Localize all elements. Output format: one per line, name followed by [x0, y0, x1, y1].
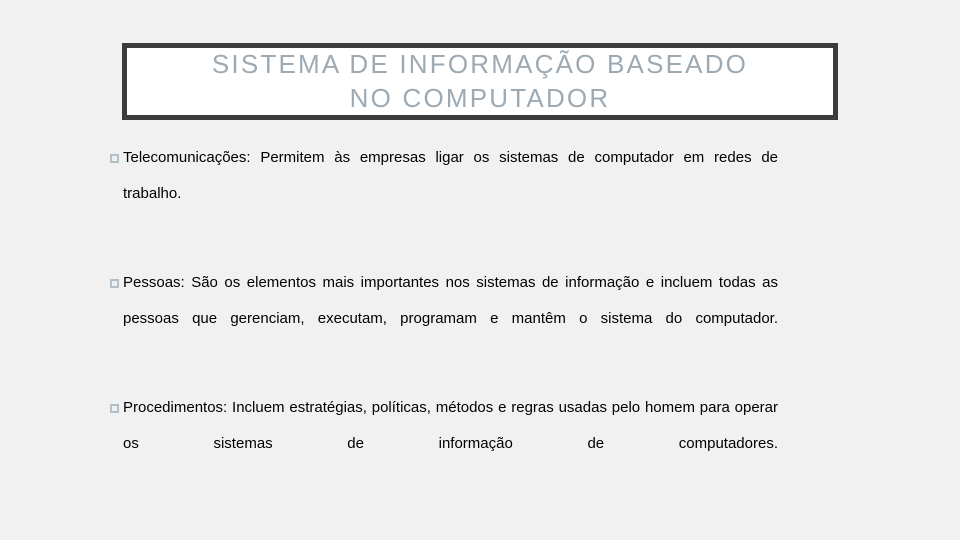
hollow-square-bullet-icon: [110, 390, 123, 426]
list-item: Pessoas: São os elementos mais important…: [110, 265, 778, 373]
bullet-list: Telecomunicações: Permitem às empresas l…: [110, 140, 778, 498]
slide-canvas: SISTEMA DE INFORMAÇÃO BASEADO NO COMPUTA…: [0, 0, 960, 540]
hollow-square-bullet-icon: [110, 140, 123, 176]
hollow-square-bullet-icon: [110, 265, 123, 301]
title-box: [122, 43, 838, 120]
list-item: Procedimentos: Incluem estratégias, polí…: [110, 390, 778, 498]
list-item-text: Telecomunicações: Permitem às empresas l…: [123, 149, 778, 202]
list-item-text: Pessoas: São os elementos mais important…: [123, 274, 778, 327]
list-item-text: Procedimentos: Incluem estratégias, polí…: [123, 399, 778, 452]
list-item: Telecomunicações: Permitem às empresas l…: [110, 140, 778, 248]
